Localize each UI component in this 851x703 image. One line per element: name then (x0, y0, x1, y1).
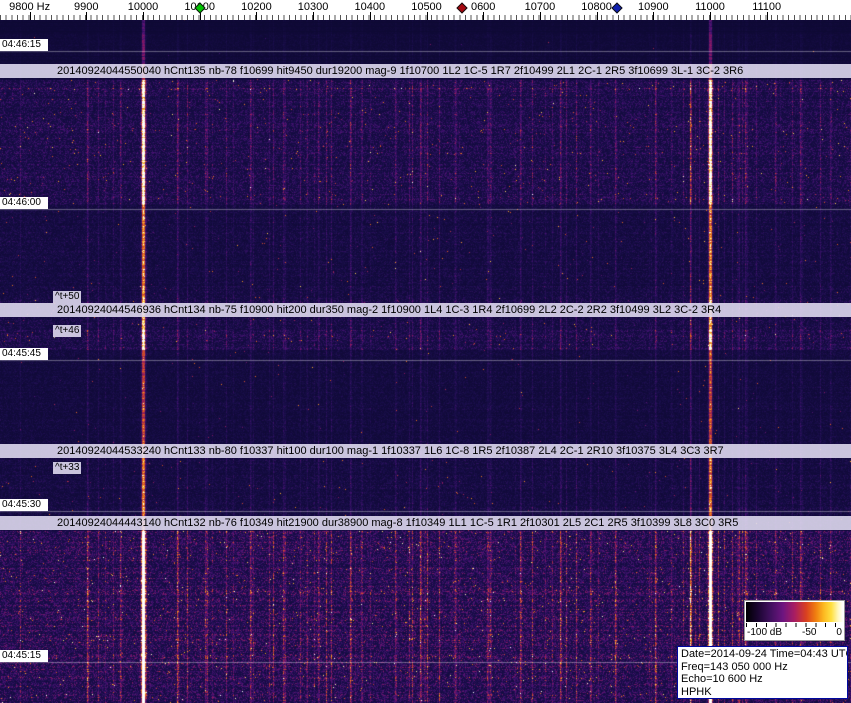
freq-major-tick (426, 12, 428, 20)
info-box: Date=2014-09-24 Time=04:43 UTC Freq=143 … (677, 646, 848, 699)
freq-tick-label: 10400 (354, 1, 386, 13)
freq-major-tick (596, 12, 598, 20)
time-offset-note: ^t+46 (53, 325, 82, 337)
freq-major-tick (539, 12, 541, 20)
freq-tick-label: 11100 (752, 1, 782, 13)
info-date-time: Date=2014-09-24 Time=04:43 UTC (681, 648, 848, 660)
frequency-ruler: 9800 Hz990010000101001020010300104001050… (0, 0, 851, 20)
freq-tick-label: 10500 (411, 1, 442, 13)
colorbar-label-max: 0 (836, 627, 842, 638)
detection-row: 20140924044533240 hCnt133 nb-80 f10337 h… (0, 444, 851, 458)
spectrogram-app: 9800 Hz990010000101001020010300104001050… (0, 0, 851, 703)
info-frequency: Freq=143 050 000 Hz (681, 660, 788, 673)
colorbar-label-min: -100 dB (747, 627, 783, 638)
spectrogram-canvas (0, 0, 851, 703)
freq-tick-label: 10900 (638, 1, 669, 13)
freq-tick-label: 10800 (581, 1, 612, 13)
time-label: 04:45:30 (0, 499, 48, 511)
freq-major-tick (710, 12, 711, 20)
freq-major-tick (313, 12, 315, 20)
colorbar-gradient (746, 602, 843, 622)
freq-major-tick (483, 12, 485, 20)
freq-tick-label: 0600 (470, 1, 496, 13)
time-label: 04:46:00 (0, 197, 48, 209)
freq-major-tick (86, 12, 88, 20)
colorbar-labels: -100 dB -50 0 (745, 627, 844, 640)
freq-tick-label: 9800 Hz (9, 1, 51, 13)
freq-tick-label: 9900 (74, 1, 99, 13)
freq-major-tick (29, 12, 31, 20)
time-offset-note: ^t+50 (53, 291, 82, 303)
detection-row: 20140924044443140 hCnt132 nb-76 f10349 h… (0, 516, 851, 530)
time-offset-note: ^t+33 (53, 462, 82, 474)
freq-major-tick (256, 12, 258, 20)
colorbar-label-mid: -50 (802, 627, 817, 638)
info-station: HPHK (681, 685, 712, 698)
freq-tick-label: 11000 (695, 1, 725, 13)
detection-row: 20140924044546936 hCnt134 nb-75 f10900 h… (0, 303, 851, 317)
freq-major-tick (766, 12, 768, 20)
time-label: 04:45:45 (0, 348, 48, 360)
freq-tick-label: 10700 (524, 1, 556, 13)
time-label: 04:46:15 (0, 39, 48, 51)
colorbar: -100 dB -50 0 (744, 600, 845, 641)
freq-major-tick (653, 12, 655, 20)
freq-tick-label: 10300 (297, 1, 329, 13)
freq-major-tick (143, 12, 144, 20)
freq-tick-label: 10200 (241, 1, 272, 13)
marker-red-diamond[interactable] (456, 2, 468, 14)
freq-major-tick (369, 12, 371, 20)
freq-tick-label: 10000 (127, 1, 159, 13)
time-label: 04:45:15 (0, 650, 48, 662)
frequency-minor-ticks (0, 15, 851, 20)
detection-row: 20140924044550040 hCnt135 nb-78 f10699 h… (0, 64, 851, 78)
info-echo: Echo=10 600 Hz (681, 673, 763, 686)
marker-blue-diamond[interactable] (611, 2, 623, 14)
